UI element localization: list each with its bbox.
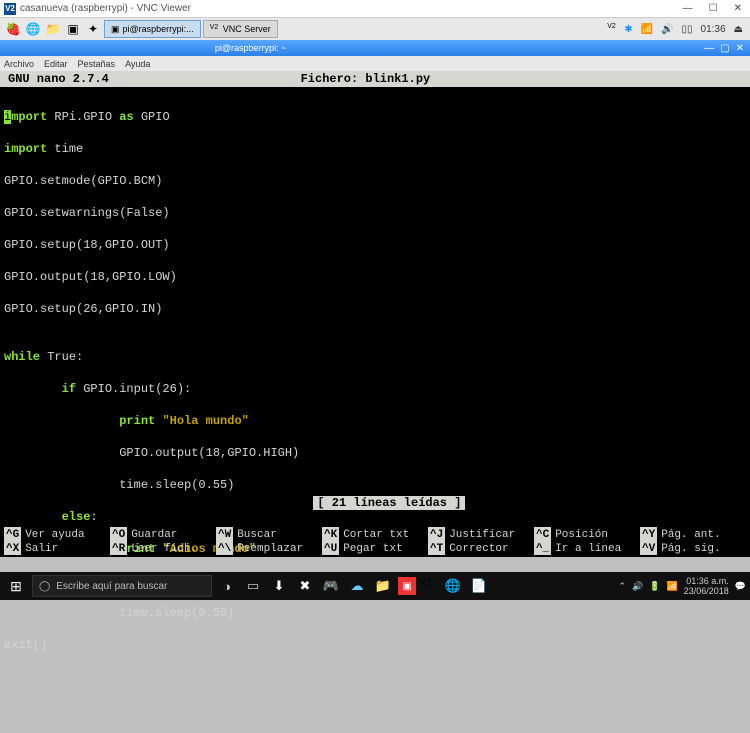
- tray-wifi-icon[interactable]: 📶: [638, 24, 656, 35]
- vnc-minimize-button[interactable]: —: [683, 3, 693, 14]
- terminal-titlebar: pi@raspberrypi: ~ — ▢ ✕: [0, 40, 750, 56]
- notifications-icon[interactable]: 💬: [735, 581, 746, 592]
- tray-bluetooth-icon[interactable]: ✱: [621, 24, 635, 35]
- tb-xbox-icon[interactable]: 🎮: [320, 575, 342, 597]
- tray-net-icon[interactable]: 📶: [667, 581, 678, 592]
- nano-shortcut: ^RLeer fich.: [110, 541, 216, 555]
- nano-shortcuts: ^GVer ayuda^OGuardar^WBuscar^KCortar txt…: [0, 527, 750, 557]
- cortana-icon: ◯: [39, 581, 50, 592]
- browser-icon[interactable]: 🌐: [24, 20, 42, 38]
- filemanager-icon[interactable]: 📁: [44, 20, 62, 38]
- nano-shortcut: ^YPág. ant.: [640, 527, 746, 541]
- tray-vnc-icon[interactable]: V2: [607, 23, 619, 35]
- tb-cloud-icon[interactable]: ☁: [346, 575, 368, 597]
- nano-shortcut: ^KCortar txt: [322, 527, 428, 541]
- start-button[interactable]: ⊞: [4, 574, 28, 598]
- tray-volume-icon[interactable]: 🔊: [658, 24, 676, 35]
- tray-cpu-icon[interactable]: ▯▯: [679, 24, 696, 35]
- task-vnc-icon: V2: [210, 24, 220, 34]
- vnc-maximize-button[interactable]: ☐: [709, 3, 718, 14]
- tray-vol-icon[interactable]: 🔊: [632, 581, 643, 592]
- app-launcher-icon[interactable]: ✦: [84, 20, 102, 38]
- vnc-window-title: casanueva (raspberrypi) - VNC Viewer: [20, 3, 191, 14]
- vnc-logo-icon: V2: [4, 3, 16, 15]
- nano-shortcut: ^CPosición: [534, 527, 640, 541]
- windows-taskbar: ⊞ ◯ Escribe aquí para buscar ◑ ▭ ⬇ ✖ 🎮 ☁…: [0, 572, 750, 600]
- menu-pestanas[interactable]: Pestañas: [78, 59, 116, 69]
- tb-doc-icon[interactable]: 📄: [468, 575, 490, 597]
- tray-clock[interactable]: 01:36: [698, 24, 729, 35]
- tb-close-icon[interactable]: ✖: [294, 575, 316, 597]
- windows-clock[interactable]: 01:36 a.m. 23/06/2018: [684, 576, 729, 596]
- vnc-close-button[interactable]: ✕: [734, 3, 742, 14]
- tb-explorer-icon[interactable]: 📁: [372, 575, 394, 597]
- nano-shortcut: ^_Ir a línea: [534, 541, 640, 555]
- terminal-minimize-button[interactable]: —: [704, 43, 714, 54]
- search-box[interactable]: ◯ Escribe aquí para buscar: [32, 575, 212, 597]
- tb-app-icon[interactable]: ▣: [398, 577, 416, 595]
- nano-shortcut: ^GVer ayuda: [4, 527, 110, 541]
- search-placeholder: Escribe aquí para buscar: [56, 581, 167, 592]
- terminal-maximize-button[interactable]: ▢: [720, 43, 729, 54]
- nano-shortcut: ^UPegar txt: [322, 541, 428, 555]
- tray-batt-icon[interactable]: 🔋: [649, 581, 660, 592]
- tb-dropbox-icon[interactable]: ⬇: [268, 575, 290, 597]
- nano-shortcut: ^JJustificar: [428, 527, 534, 541]
- task-icon: ▣: [111, 24, 120, 35]
- menu-editar[interactable]: Editar: [44, 59, 68, 69]
- menu-raspberry-icon[interactable]: 🍓: [4, 20, 22, 38]
- tray-eject-icon[interactable]: ⏏: [731, 24, 746, 35]
- vnc-titlebar: V2 casanueva (raspberrypi) - VNC Viewer …: [0, 0, 750, 18]
- menu-archivo[interactable]: Archivo: [4, 59, 34, 69]
- tb-chrome-icon[interactable]: 🌐: [442, 575, 464, 597]
- terminal-close-button[interactable]: ✕: [736, 43, 744, 54]
- taskbar-item-vncserver[interactable]: V2 VNC Server: [203, 20, 278, 38]
- nano-shortcut: ^OGuardar: [110, 527, 216, 541]
- nano-shortcut: ^VPág. sig.: [640, 541, 746, 555]
- raspbian-panel: 🍓 🌐 📁 ▣ ✦ ▣ pi@raspberrypi:... V2 VNC Se…: [0, 18, 750, 40]
- windows-tray: ⌃ 🔊 🔋 📶 01:36 a.m. 23/06/2018 💬: [619, 576, 746, 596]
- nano-status: [ 21 líneas leídas ]: [0, 479, 750, 527]
- nano-shortcut: ^WBuscar: [216, 527, 322, 541]
- taskbar-item-terminal[interactable]: ▣ pi@raspberrypi:...: [104, 20, 201, 38]
- nano-editor[interactable]: import RPi.GPIO as GPIO import time GPIO…: [0, 87, 750, 557]
- nano-version: GNU nano 2.7.4: [8, 72, 109, 86]
- taskview-icon[interactable]: ◑: [216, 575, 238, 597]
- tb-vncviewer-icon[interactable]: V2: [420, 577, 438, 595]
- task-label: pi@raspberrypi:...: [123, 24, 194, 34]
- menu-ayuda[interactable]: Ayuda: [125, 59, 150, 69]
- nano-filename: Fichero: blink1.py: [301, 72, 431, 86]
- nano-shortcut: ^\Reemplazar: [216, 541, 322, 555]
- terminal-menubar: Archivo Editar Pestañas Ayuda: [0, 56, 750, 71]
- tb-icon-1[interactable]: ▭: [242, 575, 264, 597]
- nano-shortcut: ^TCorrector: [428, 541, 534, 555]
- terminal-launcher-icon[interactable]: ▣: [64, 20, 82, 38]
- task-label: VNC Server: [223, 24, 271, 34]
- tray-up-icon[interactable]: ⌃: [619, 581, 627, 592]
- nano-header: GNU nano 2.7.4 Fichero: blink1.py: [0, 71, 750, 87]
- nano-shortcut: ^XSalir: [4, 541, 110, 555]
- terminal-title: pi@raspberrypi: ~: [215, 43, 286, 53]
